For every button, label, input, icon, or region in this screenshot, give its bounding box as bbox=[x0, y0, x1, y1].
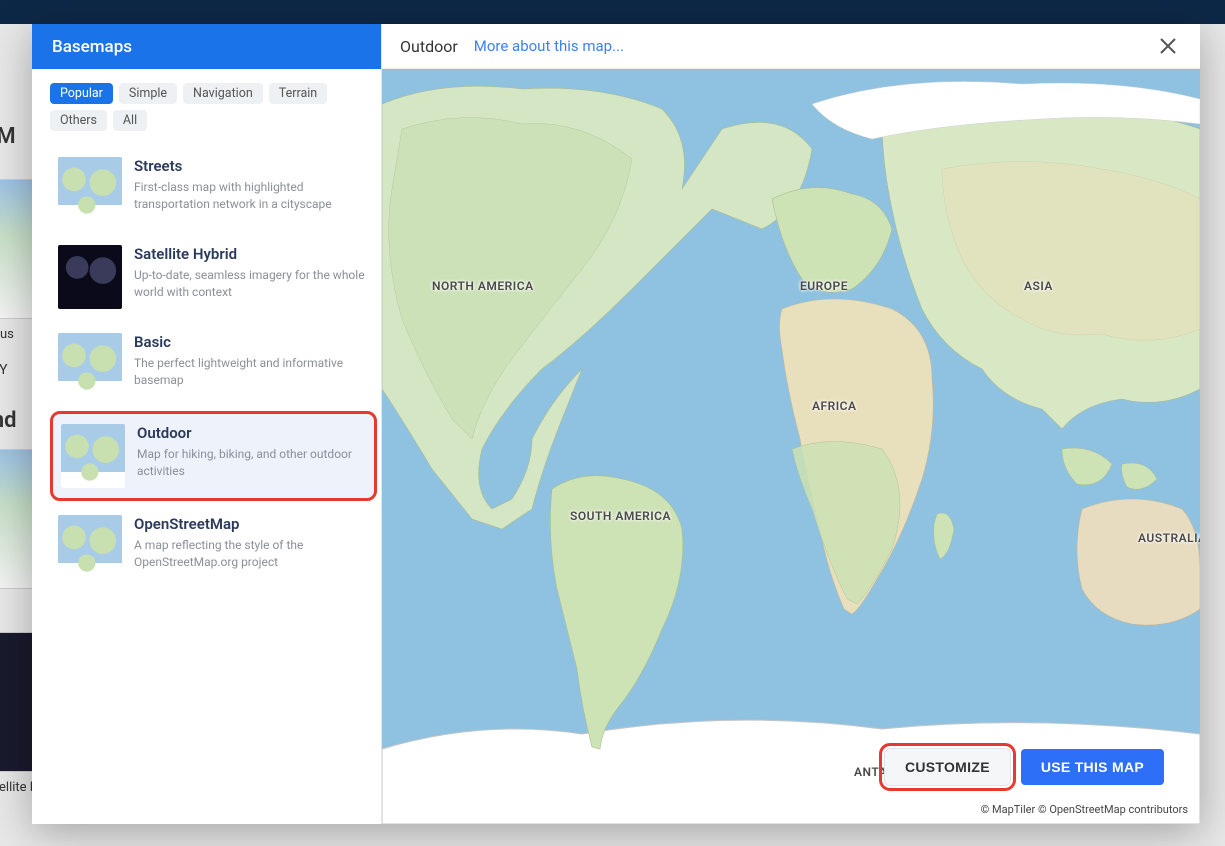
map-thumb-icon bbox=[58, 245, 122, 309]
filter-navigation[interactable]: Navigation bbox=[183, 83, 263, 104]
close-icon[interactable] bbox=[1154, 32, 1182, 60]
map-item-title: Satellite Hybrid bbox=[134, 245, 369, 263]
map-list: Streets First-class map with highlighted… bbox=[32, 141, 381, 824]
map-thumb-icon bbox=[61, 424, 125, 488]
map-preview[interactable]: NORTH AMERICA EUROPE ASIA AFRICA SOUTH A… bbox=[382, 69, 1200, 824]
filter-all[interactable]: All bbox=[113, 110, 147, 131]
sidebar-title: Basemaps bbox=[32, 24, 381, 69]
map-attribution: © MapTiler © OpenStreetMap contributors bbox=[975, 801, 1194, 818]
continent-label: ASIA bbox=[1024, 279, 1053, 293]
map-item-desc: Map for hiking, biking, and other outdoo… bbox=[137, 446, 366, 480]
customize-button[interactable]: CUSTOMIZE bbox=[884, 748, 1011, 786]
continent-label: SOUTH AMERICA bbox=[570, 509, 671, 523]
map-item-title: OpenStreetMap bbox=[134, 515, 369, 533]
continent-label: AFRICA bbox=[812, 399, 857, 413]
basemaps-modal: Basemaps Popular Simple Navigation Terra… bbox=[32, 24, 1200, 824]
map-item-desc: Up-to-date, seamless imagery for the who… bbox=[134, 267, 369, 301]
sidebar: Basemaps Popular Simple Navigation Terra… bbox=[32, 24, 382, 824]
map-thumb-icon bbox=[58, 515, 122, 579]
map-thumb-icon bbox=[58, 157, 122, 221]
map-item-outdoor[interactable]: Outdoor Map for hiking, biking, and othe… bbox=[50, 411, 377, 501]
filter-others[interactable]: Others bbox=[50, 110, 107, 131]
map-item-streets[interactable]: Streets First-class map with highlighted… bbox=[50, 147, 377, 231]
detail-title: Outdoor bbox=[400, 37, 458, 56]
continent-label: AUSTRALIA bbox=[1138, 531, 1200, 545]
map-item-basic[interactable]: Basic The perfect lightweight and inform… bbox=[50, 323, 377, 407]
map-item-satellite-hybrid[interactable]: Satellite Hybrid Up-to-date, seamless im… bbox=[50, 235, 377, 319]
map-item-title: Basic bbox=[134, 333, 369, 351]
map-item-desc: The perfect lightweight and informative … bbox=[134, 355, 369, 389]
more-about-link[interactable]: More about this map... bbox=[474, 37, 624, 55]
map-item-desc: A map reflecting the style of the OpenSt… bbox=[134, 537, 369, 571]
filter-terrain[interactable]: Terrain bbox=[269, 83, 327, 104]
map-item-desc: First-class map with highlighted transpo… bbox=[134, 179, 369, 213]
continent-label: EUROPE bbox=[800, 279, 848, 293]
map-item-title: Streets bbox=[134, 157, 369, 175]
continent-label: NORTH AMERICA bbox=[432, 279, 534, 293]
detail-panel: Outdoor More about this map... bbox=[382, 24, 1200, 824]
filter-simple[interactable]: Simple bbox=[119, 83, 177, 104]
use-this-map-button[interactable]: USE THIS MAP bbox=[1021, 749, 1164, 785]
filter-row: Popular Simple Navigation Terrain Others… bbox=[32, 69, 381, 141]
detail-header: Outdoor More about this map... bbox=[382, 24, 1200, 69]
map-item-openstreetmap[interactable]: OpenStreetMap A map reflecting the style… bbox=[50, 505, 377, 589]
map-item-title: Outdoor bbox=[137, 424, 366, 442]
map-thumb-icon bbox=[58, 333, 122, 397]
action-buttons: CUSTOMIZE USE THIS MAP bbox=[884, 748, 1164, 786]
filter-popular[interactable]: Popular bbox=[50, 83, 113, 104]
